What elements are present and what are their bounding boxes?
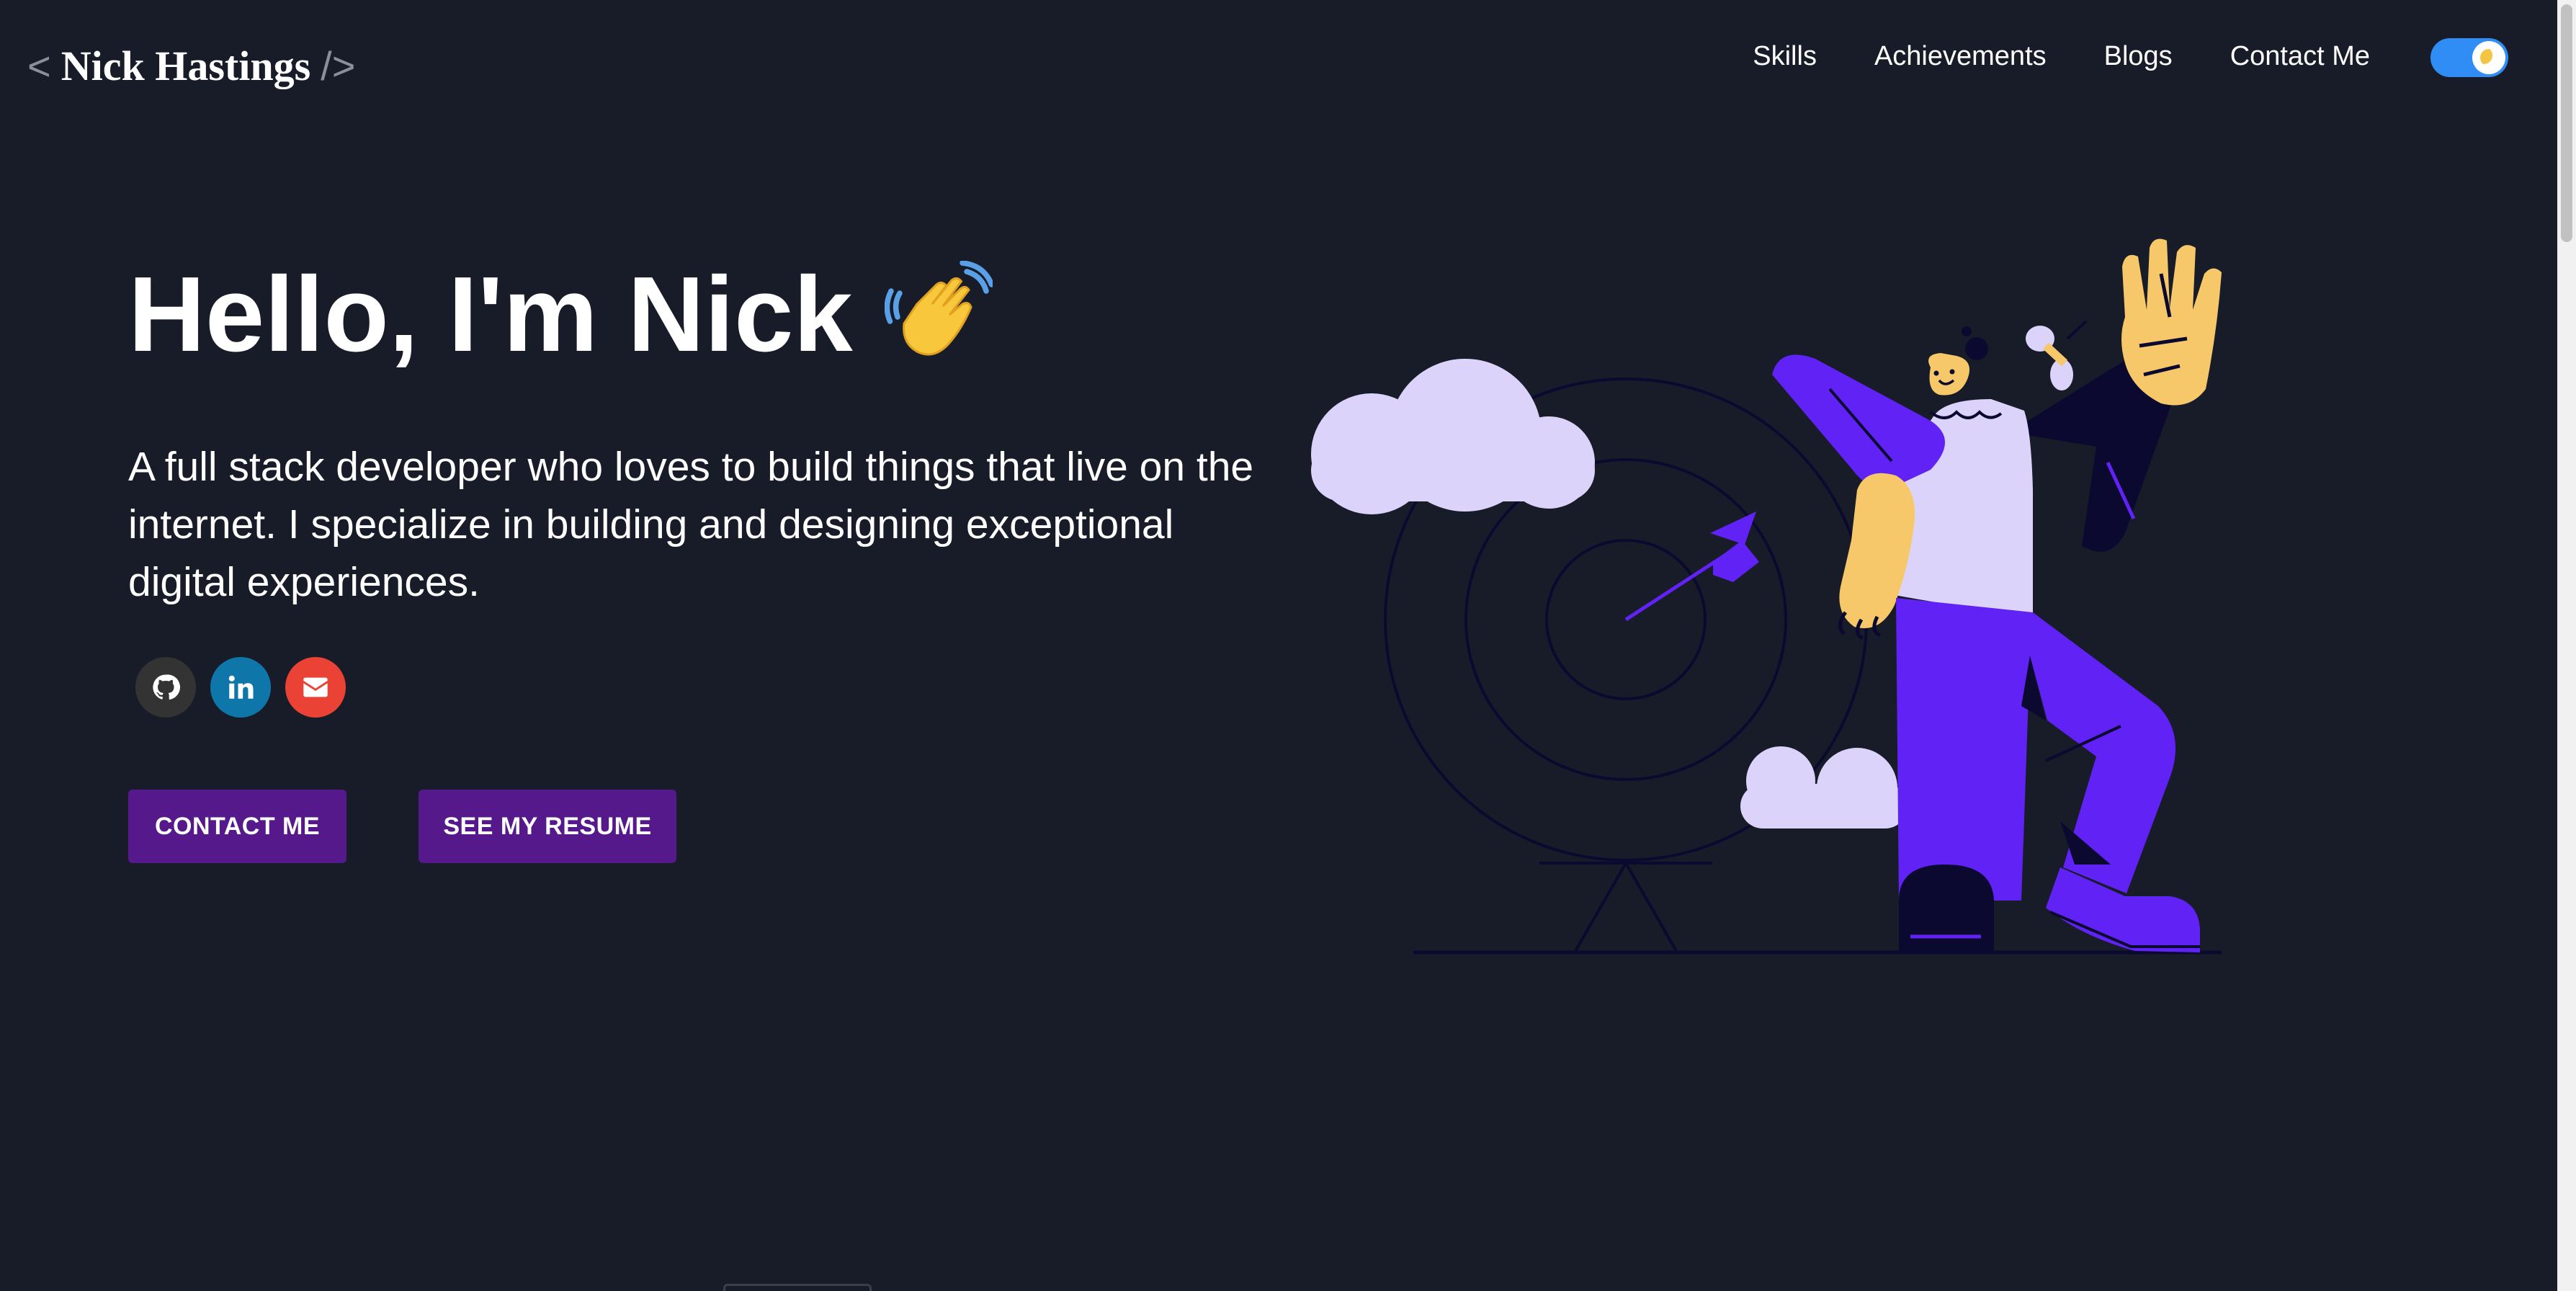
mail-link[interactable]	[285, 657, 346, 718]
page: < Nick Hastings/> Skills Achievements Blo…	[0, 0, 2576, 1291]
theme-toggle[interactable]	[2430, 38, 2508, 77]
person-figure	[1772, 238, 2222, 952]
logo-name: Nick Hastings	[61, 43, 311, 89]
logo-open-bracket: <	[27, 43, 51, 89]
nav-link-achievements[interactable]: Achievements	[1874, 41, 2047, 72]
contact-me-button[interactable]: CONTACT ME	[128, 790, 346, 863]
linkedin-icon	[228, 675, 254, 699]
github-icon	[153, 674, 180, 700]
nav-link-skills[interactable]: Skills	[1753, 41, 1817, 72]
hero-intro: A full stack developer who loves to buil…	[128, 444, 1254, 605]
site-logo[interactable]: < Nick Hastings/>	[27, 37, 355, 95]
dart-icon	[1624, 512, 1759, 622]
cloud-large	[1311, 359, 1595, 514]
toggle-knob	[2472, 41, 2505, 74]
social-links	[135, 657, 346, 718]
developer-target-illustration	[1311, 238, 2222, 955]
moon-icon	[2480, 49, 2497, 66]
mail-icon	[303, 677, 328, 697]
see-resume-button[interactable]: SEE MY RESUME	[419, 790, 676, 863]
github-link[interactable]	[135, 657, 196, 718]
greeting-text: Hello, I'm Nick	[128, 255, 853, 374]
main-nav: Skills Achievements Blogs Contact Me	[1753, 36, 2370, 76]
hero-greeting: Hello, I'm Nick	[128, 254, 993, 376]
logo-close-bracket: />	[321, 43, 356, 89]
waving-hand-icon	[884, 261, 993, 356]
scrollbar-thumb[interactable]	[2561, 4, 2572, 242]
bottom-tab-indicator	[723, 1284, 872, 1291]
cloud-small	[1740, 746, 1908, 828]
nav-link-contact[interactable]: Contact Me	[2230, 41, 2370, 72]
nav-link-blogs[interactable]: Blogs	[2104, 41, 2173, 72]
linkedin-link[interactable]	[210, 657, 271, 718]
page-scrollbar[interactable]	[2557, 0, 2576, 1291]
